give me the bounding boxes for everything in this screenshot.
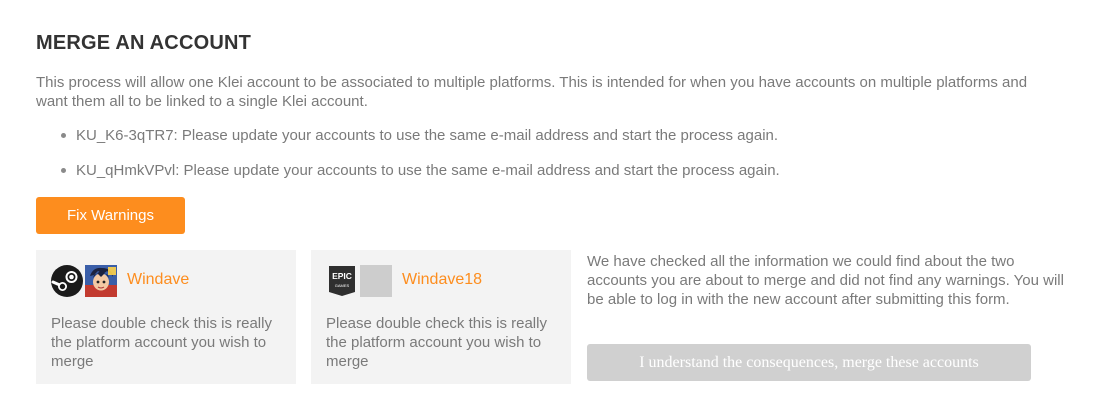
user-avatar — [85, 265, 117, 297]
blank-avatar — [360, 265, 392, 297]
warning-item: KU_K6-3qTR7: Please update your accounts… — [60, 126, 780, 145]
steam-icon — [51, 265, 83, 297]
warning-text: KU_qHmkVPvl: Please update your accounts… — [76, 162, 780, 179]
account-icons — [51, 265, 117, 297]
warning-text: KU_K6-3qTR7: Please update your accounts… — [76, 127, 779, 144]
merge-accounts-button[interactable]: I understand the consequences, merge the… — [587, 344, 1031, 381]
account-card-steam: Windave Please double check this is real… — [36, 250, 296, 384]
account-note: Please double check this is really the p… — [51, 315, 272, 370]
intro-text: This process will allow one Klei account… — [36, 74, 1028, 110]
account-name-link[interactable]: Windave — [127, 271, 189, 289]
bullet-icon — [61, 133, 66, 138]
warning-list: KU_K6-3qTR7: Please update your accounts… — [60, 126, 780, 196]
warning-item: KU_qHmkVPvl: Please update your accounts… — [60, 161, 780, 180]
merge-account-page: MERGE AN ACCOUNT This process will allow… — [0, 0, 1095, 409]
account-name-link[interactable]: Windave18 — [402, 271, 482, 289]
page-title: MERGE AN ACCOUNT — [36, 32, 252, 54]
bullet-icon — [61, 168, 66, 173]
epic-games-icon: EPIC GAMES — [329, 266, 355, 296]
svg-text:GAMES: GAMES — [335, 283, 350, 288]
account-icons: EPIC GAMES — [326, 265, 392, 297]
svg-text:EPIC: EPIC — [332, 271, 352, 281]
account-note: Please double check this is really the p… — [326, 315, 547, 370]
merge-summary-text: We have checked all the information we c… — [587, 253, 1064, 308]
fix-warnings-button[interactable]: Fix Warnings — [36, 197, 185, 234]
account-card-epic: EPIC GAMES Windave18 Please double check… — [311, 250, 571, 384]
